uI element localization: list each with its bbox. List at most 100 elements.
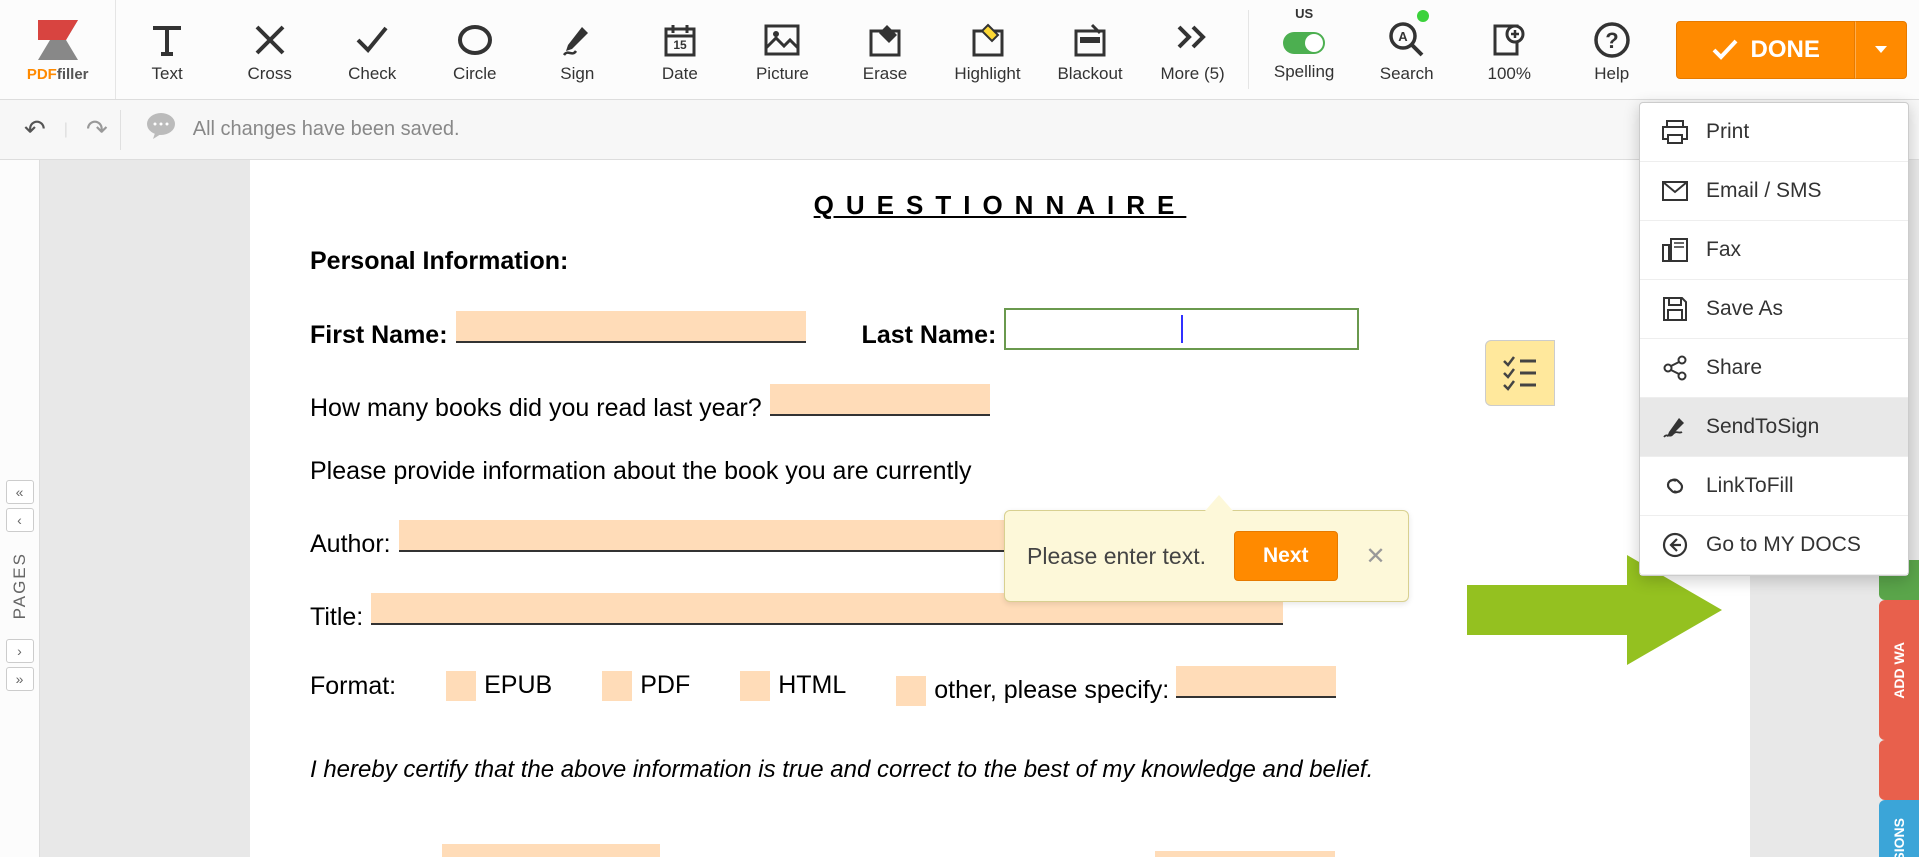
- rail-down-double[interactable]: »: [6, 667, 34, 691]
- left-rail: « ‹ PAGES › »: [0, 160, 40, 857]
- highlight-icon: [968, 16, 1008, 64]
- save-icon: [1660, 296, 1690, 322]
- format-label: Format:: [310, 672, 396, 701]
- checkbox-html[interactable]: [740, 671, 770, 701]
- circle-tool[interactable]: Circle: [424, 0, 527, 99]
- sticky-note-tag[interactable]: [1485, 340, 1555, 406]
- dd-fax[interactable]: Fax: [1640, 221, 1908, 280]
- checkbox-pdf[interactable]: [602, 671, 632, 701]
- erase-tool[interactable]: Erase: [834, 0, 937, 99]
- more-tools[interactable]: More (5): [1142, 0, 1245, 99]
- field-tooltip: Please enter text. Next ✕: [1004, 510, 1409, 602]
- last-name-field[interactable]: [1004, 308, 1359, 350]
- sendtosign-icon: [1660, 414, 1690, 440]
- check-icon: [352, 16, 392, 64]
- print-icon: [1660, 119, 1690, 145]
- document-page: QUESTIONNAIRE Personal Information: Firs…: [250, 160, 1750, 857]
- blackout-icon: [1070, 16, 1110, 64]
- link-icon: [1660, 473, 1690, 499]
- cross-tool[interactable]: Cross: [219, 0, 322, 99]
- picture-icon: [762, 16, 802, 64]
- dd-saveas[interactable]: Save As: [1640, 280, 1908, 339]
- pages-label: PAGES: [10, 552, 30, 619]
- undo-button[interactable]: ↶: [24, 114, 46, 145]
- email-icon: [1660, 178, 1690, 204]
- rail-up[interactable]: ‹: [6, 508, 34, 532]
- highlight-tool[interactable]: Highlight: [937, 0, 1040, 99]
- rail-up-double[interactable]: «: [6, 480, 34, 504]
- zoom-tool[interactable]: 100%: [1458, 0, 1561, 99]
- last-name-label: Last Name:: [862, 321, 997, 350]
- tooltip-next-button[interactable]: Next: [1234, 531, 1338, 581]
- done-button-group: DONE: [1676, 21, 1907, 79]
- text-tool[interactable]: Text: [116, 0, 219, 99]
- search-icon: A: [1387, 16, 1427, 64]
- certify-text: I hereby certify that the above informat…: [310, 756, 1690, 784]
- checkbox-epub[interactable]: [446, 671, 476, 701]
- save-status: All changes have been saved.: [193, 118, 460, 141]
- author-label: Author:: [310, 530, 391, 559]
- doc-title: QUESTIONNAIRE: [310, 190, 1690, 221]
- done-dropdown-toggle[interactable]: [1855, 21, 1907, 79]
- share-icon: [1660, 355, 1690, 381]
- notification-dot: [1417, 10, 1429, 22]
- erase-icon: [865, 16, 905, 64]
- dd-print[interactable]: Print: [1640, 103, 1908, 162]
- dd-linktofill[interactable]: LinkToFill: [1640, 457, 1908, 516]
- title-label: Title:: [310, 603, 363, 632]
- date-tool[interactable]: 15 Date: [629, 0, 732, 99]
- document-canvas[interactable]: QUESTIONNAIRE Personal Information: Firs…: [40, 160, 1919, 857]
- circle-icon: [456, 16, 494, 64]
- sub-toolbar: ↶ | ↷ All changes have been saved.: [0, 100, 1919, 160]
- right-side-tabs: ADD WA RSIONS: [1879, 560, 1919, 857]
- blackout-tool[interactable]: Blackout: [1039, 0, 1142, 99]
- checkbox-other[interactable]: [896, 676, 926, 706]
- spelling-lang: US: [1295, 6, 1313, 21]
- tooltip-close-button[interactable]: ✕: [1366, 542, 1386, 571]
- done-button[interactable]: DONE: [1676, 21, 1855, 79]
- other-field[interactable]: [1176, 666, 1336, 698]
- svg-text:?: ?: [1605, 28, 1618, 53]
- check-tool[interactable]: Check: [321, 0, 424, 99]
- books-field[interactable]: [770, 384, 990, 416]
- help-tool[interactable]: ? Help: [1561, 0, 1664, 99]
- sign-tool[interactable]: Sign: [527, 0, 630, 99]
- tab-watermark[interactable]: ADD WA: [1879, 600, 1919, 740]
- comment-icon[interactable]: [145, 111, 177, 148]
- search-tool[interactable]: A Search: [1356, 0, 1459, 99]
- fax-icon: [1660, 237, 1690, 263]
- app-logo[interactable]: PDFfiller: [0, 0, 116, 99]
- sign-icon: [558, 16, 596, 64]
- picture-tool[interactable]: Picture: [732, 0, 835, 99]
- dd-email[interactable]: Email / SMS: [1640, 162, 1908, 221]
- books-question: How many books did you read last year?: [310, 394, 762, 423]
- rail-down[interactable]: ›: [6, 639, 34, 663]
- section-header: Personal Information:: [310, 247, 1690, 276]
- back-icon: [1660, 532, 1690, 558]
- date-field[interactable]: 17: [1155, 851, 1335, 857]
- first-name-label: First Name:: [310, 321, 448, 350]
- first-name-field[interactable]: [456, 311, 806, 343]
- tooltip-text: Please enter text.: [1027, 543, 1206, 570]
- cross-icon: [251, 16, 289, 64]
- svg-text:15: 15: [673, 38, 687, 52]
- signature-field[interactable]: Signature: [442, 844, 661, 857]
- dd-sendtosign[interactable]: SendToSign: [1640, 398, 1908, 457]
- tab-red2[interactable]: [1879, 740, 1919, 800]
- done-check-icon: [1711, 38, 1739, 62]
- tab-versions[interactable]: RSIONS: [1879, 800, 1919, 857]
- dd-gotodocs[interactable]: Go to MY DOCS: [1640, 516, 1908, 575]
- done-dropdown-menu: Print Email / SMS Fax Save As Share Send…: [1639, 102, 1909, 576]
- svg-text:A: A: [1398, 29, 1408, 44]
- more-icon: [1175, 16, 1211, 64]
- checklist-icon: [1500, 353, 1540, 393]
- logo-text: PDFfiller: [27, 66, 89, 83]
- spelling-tool[interactable]: US Spelling: [1253, 0, 1356, 99]
- spelling-toggle[interactable]: [1283, 32, 1325, 54]
- zoom-icon: [1489, 16, 1529, 64]
- redo-button[interactable]: ↷: [86, 114, 108, 145]
- main-toolbar: PDFfiller Text Cross Check Circle Sign 1…: [0, 0, 1919, 100]
- help-icon: ?: [1592, 16, 1632, 64]
- dd-share[interactable]: Share: [1640, 339, 1908, 398]
- calendar-icon: 15: [661, 16, 699, 64]
